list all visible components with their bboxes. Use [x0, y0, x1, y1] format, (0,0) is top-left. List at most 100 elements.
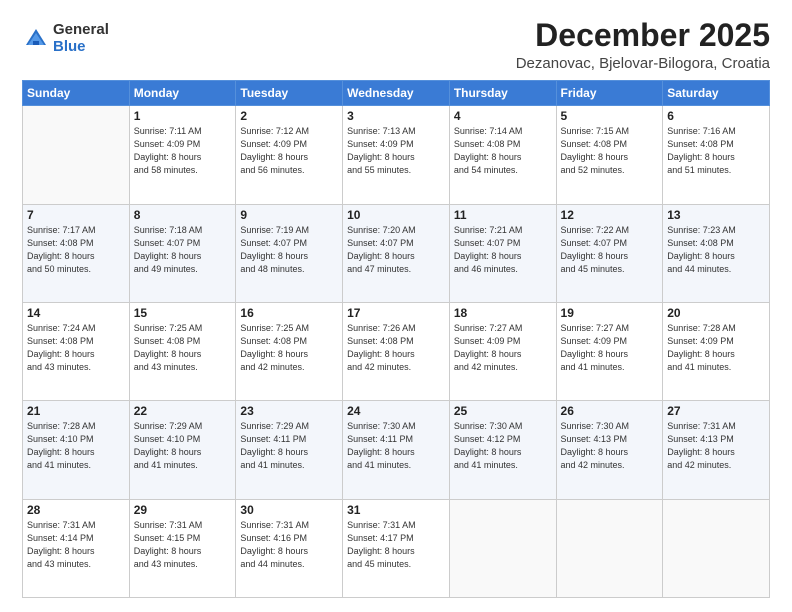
day-number: 9	[240, 208, 338, 222]
calendar-cell	[663, 499, 770, 597]
day-number: 6	[667, 109, 765, 123]
day-info: Sunrise: 7:12 AM Sunset: 4:09 PM Dayligh…	[240, 125, 338, 177]
calendar-cell: 23 Sunrise: 7:29 AM Sunset: 4:11 PM Dayli…	[236, 401, 343, 499]
calendar-cell: 10Sunrise: 7:20 AM Sunset: 4:07 PM Dayli…	[343, 204, 450, 302]
day-info: Sunrise: 7:15 AM Sunset: 4:08 PM Dayligh…	[561, 125, 659, 177]
day-info: Sunrise: 7:24 AM Sunset: 4:08 PM Dayligh…	[27, 322, 125, 374]
calendar-cell: 21 Sunrise: 7:28 AM Sunset: 4:10 PM Dayli…	[23, 401, 130, 499]
calendar-week-1: 1 Sunrise: 7:11 AM Sunset: 4:09 PM Daylig…	[23, 106, 770, 204]
calendar-cell: 25 Sunrise: 7:30 AM Sunset: 4:12 PM Dayli…	[449, 401, 556, 499]
calendar-cell: 11Sunrise: 7:21 AM Sunset: 4:07 PM Dayli…	[449, 204, 556, 302]
calendar-cell: 19 Sunrise: 7:27 AM Sunset: 4:09 PM Dayli…	[556, 302, 663, 400]
day-info: Sunrise: 7:13 AM Sunset: 4:09 PM Dayligh…	[347, 125, 445, 177]
col-friday: Friday	[556, 81, 663, 106]
day-number: 4	[454, 109, 552, 123]
calendar-cell: 27 Sunrise: 7:31 AM Sunset: 4:13 PM Dayli…	[663, 401, 770, 499]
day-number: 3	[347, 109, 445, 123]
day-number: 29	[134, 503, 232, 517]
calendar-cell: 16 Sunrise: 7:25 AM Sunset: 4:08 PM Dayli…	[236, 302, 343, 400]
calendar-week-2: 7Sunrise: 7:17 AM Sunset: 4:08 PM Daylig…	[23, 204, 770, 302]
day-number: 28	[27, 503, 125, 517]
calendar-cell: 13Sunrise: 7:23 AM Sunset: 4:08 PM Dayli…	[663, 204, 770, 302]
day-number: 21	[27, 404, 125, 418]
day-info: Sunrise: 7:25 AM Sunset: 4:08 PM Dayligh…	[240, 322, 338, 374]
day-number: 18	[454, 306, 552, 320]
title-block: December 2025 Dezanovac, Bjelovar-Bilogo…	[516, 18, 770, 72]
logo-blue: Blue	[53, 39, 109, 56]
day-number: 22	[134, 404, 232, 418]
day-info: Sunrise: 7:23 AM Sunset: 4:08 PM Dayligh…	[667, 224, 765, 276]
day-info: Sunrise: 7:19 AM Sunset: 4:07 PM Dayligh…	[240, 224, 338, 276]
day-info: Sunrise: 7:29 AM Sunset: 4:10 PM Dayligh…	[134, 420, 232, 472]
day-info: Sunrise: 7:31 AM Sunset: 4:13 PM Dayligh…	[667, 420, 765, 472]
day-number: 16	[240, 306, 338, 320]
calendar-cell: 31 Sunrise: 7:31 AM Sunset: 4:17 PM Dayli…	[343, 499, 450, 597]
day-number: 30	[240, 503, 338, 517]
day-info: Sunrise: 7:29 AM Sunset: 4:11 PM Dayligh…	[240, 420, 338, 472]
day-number: 15	[134, 306, 232, 320]
calendar-week-4: 21 Sunrise: 7:28 AM Sunset: 4:10 PM Dayli…	[23, 401, 770, 499]
day-number: 11	[454, 208, 552, 222]
day-number: 14	[27, 306, 125, 320]
day-number: 1	[134, 109, 232, 123]
day-number: 19	[561, 306, 659, 320]
day-number: 20	[667, 306, 765, 320]
calendar-cell: 9 Sunrise: 7:19 AM Sunset: 4:07 PM Daylig…	[236, 204, 343, 302]
logo-general: General	[53, 22, 109, 39]
page: General Blue December 2025 Dezanovac, Bj…	[0, 0, 792, 612]
day-number: 25	[454, 404, 552, 418]
day-number: 31	[347, 503, 445, 517]
calendar-cell: 22 Sunrise: 7:29 AM Sunset: 4:10 PM Dayli…	[129, 401, 236, 499]
calendar-cell: 17 Sunrise: 7:26 AM Sunset: 4:08 PM Dayli…	[343, 302, 450, 400]
col-monday: Monday	[129, 81, 236, 106]
calendar-cell	[449, 499, 556, 597]
day-number: 26	[561, 404, 659, 418]
calendar-cell: 5 Sunrise: 7:15 AM Sunset: 4:08 PM Daylig…	[556, 106, 663, 204]
calendar-cell: 20 Sunrise: 7:28 AM Sunset: 4:09 PM Dayli…	[663, 302, 770, 400]
calendar-cell	[23, 106, 130, 204]
day-info: Sunrise: 7:28 AM Sunset: 4:10 PM Dayligh…	[27, 420, 125, 472]
day-number: 7	[27, 208, 125, 222]
calendar-cell: 2 Sunrise: 7:12 AM Sunset: 4:09 PM Daylig…	[236, 106, 343, 204]
day-number: 5	[561, 109, 659, 123]
day-number: 10	[347, 208, 445, 222]
col-thursday: Thursday	[449, 81, 556, 106]
col-sunday: Sunday	[23, 81, 130, 106]
day-info: Sunrise: 7:27 AM Sunset: 4:09 PM Dayligh…	[454, 322, 552, 374]
calendar-cell: 6Sunrise: 7:16 AM Sunset: 4:08 PM Daylig…	[663, 106, 770, 204]
day-info: Sunrise: 7:30 AM Sunset: 4:12 PM Dayligh…	[454, 420, 552, 472]
day-number: 2	[240, 109, 338, 123]
calendar-cell: 18 Sunrise: 7:27 AM Sunset: 4:09 PM Dayli…	[449, 302, 556, 400]
day-info: Sunrise: 7:25 AM Sunset: 4:08 PM Dayligh…	[134, 322, 232, 374]
calendar-cell: 1 Sunrise: 7:11 AM Sunset: 4:09 PM Daylig…	[129, 106, 236, 204]
calendar-cell: 24Sunrise: 7:30 AM Sunset: 4:11 PM Dayli…	[343, 401, 450, 499]
day-number: 8	[134, 208, 232, 222]
day-info: Sunrise: 7:11 AM Sunset: 4:09 PM Dayligh…	[134, 125, 232, 177]
day-number: 24	[347, 404, 445, 418]
calendar-cell	[556, 499, 663, 597]
day-number: 23	[240, 404, 338, 418]
calendar-week-3: 14 Sunrise: 7:24 AM Sunset: 4:08 PM Dayli…	[23, 302, 770, 400]
day-info: Sunrise: 7:31 AM Sunset: 4:17 PM Dayligh…	[347, 519, 445, 571]
calendar-cell: 26 Sunrise: 7:30 AM Sunset: 4:13 PM Dayli…	[556, 401, 663, 499]
day-info: Sunrise: 7:26 AM Sunset: 4:08 PM Dayligh…	[347, 322, 445, 374]
day-info: Sunrise: 7:28 AM Sunset: 4:09 PM Dayligh…	[667, 322, 765, 374]
day-info: Sunrise: 7:18 AM Sunset: 4:07 PM Dayligh…	[134, 224, 232, 276]
calendar-cell: 15 Sunrise: 7:25 AM Sunset: 4:08 PM Dayli…	[129, 302, 236, 400]
day-number: 27	[667, 404, 765, 418]
day-number: 17	[347, 306, 445, 320]
calendar-cell: 30Sunrise: 7:31 AM Sunset: 4:16 PM Dayli…	[236, 499, 343, 597]
main-title: December 2025	[516, 18, 770, 53]
day-info: Sunrise: 7:27 AM Sunset: 4:09 PM Dayligh…	[561, 322, 659, 374]
logo: General Blue	[22, 22, 109, 55]
calendar-week-5: 28 Sunrise: 7:31 AM Sunset: 4:14 PM Dayli…	[23, 499, 770, 597]
col-tuesday: Tuesday	[236, 81, 343, 106]
logo-text: General Blue	[53, 22, 109, 55]
day-info: Sunrise: 7:30 AM Sunset: 4:13 PM Dayligh…	[561, 420, 659, 472]
logo-icon	[22, 25, 50, 53]
calendar-cell: 28 Sunrise: 7:31 AM Sunset: 4:14 PM Dayli…	[23, 499, 130, 597]
header-row: Sunday Monday Tuesday Wednesday Thursday…	[23, 81, 770, 106]
day-info: Sunrise: 7:31 AM Sunset: 4:14 PM Dayligh…	[27, 519, 125, 571]
col-wednesday: Wednesday	[343, 81, 450, 106]
day-info: Sunrise: 7:14 AM Sunset: 4:08 PM Dayligh…	[454, 125, 552, 177]
